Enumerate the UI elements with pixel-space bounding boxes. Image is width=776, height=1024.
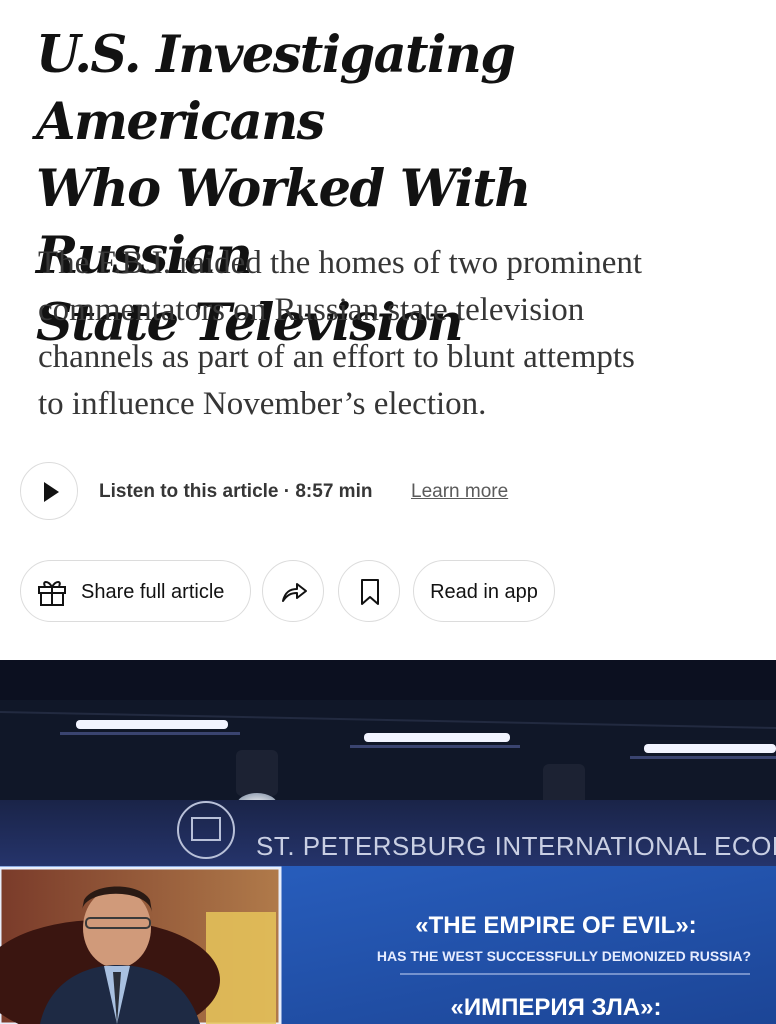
gift-icon <box>38 581 66 606</box>
summary-line: to influence November’s election. <box>38 386 487 422</box>
read-in-app-label: Read in app <box>430 581 538 603</box>
share-label: Share full article <box>81 581 225 603</box>
summary-line: commentators on Russian state television <box>38 292 585 328</box>
light-bar <box>76 720 228 729</box>
learn-more-link[interactable]: Learn more <box>411 481 508 503</box>
play-button[interactable] <box>20 462 78 520</box>
screen-title: «THE EMPIRE OF EVIL»: <box>415 912 696 939</box>
play-icon <box>44 482 59 502</box>
screen-title-ru: «ИМПЕРИЯ ЗЛА»: <box>451 994 662 1021</box>
headline-line: U.S. Investigating Americans <box>36 25 516 152</box>
summary-line: The F.B.I. raided the homes of two promi… <box>38 245 643 281</box>
light-bar <box>364 733 510 742</box>
banner-text: ST. PETERSBURG INTERNATIONAL ECON <box>256 831 776 861</box>
summary-line: channels as part of an effort to blunt a… <box>38 339 635 375</box>
listen-label: Listen to this article · 8:57 min <box>99 481 373 502</box>
share-arrow-icon <box>282 583 307 602</box>
audio-player: Listen to this article · 8:57 min Learn … <box>20 462 760 522</box>
article-summary: The F.B.I. raided the homes of two promi… <box>38 240 758 428</box>
bookmark-icon <box>361 579 379 605</box>
light-bar <box>644 744 776 753</box>
share-arrow-button[interactable] <box>262 560 324 622</box>
bookmark-button[interactable] <box>338 560 400 622</box>
photo-scene: ST. PETERSBURG INTERNATIONAL ECON «THE E… <box>0 660 776 1024</box>
read-in-app-button[interactable]: Read in app <box>413 560 555 622</box>
article-photo: ST. PETERSBURG INTERNATIONAL ECON «THE E… <box>0 660 776 1024</box>
share-full-article-button[interactable]: Share full article <box>20 560 251 622</box>
article-actions: Share full article Read in app <box>20 560 760 624</box>
screen-subtitle: HAS THE WEST SUCCESSFULLY DEMONIZED RUSS… <box>377 948 751 964</box>
